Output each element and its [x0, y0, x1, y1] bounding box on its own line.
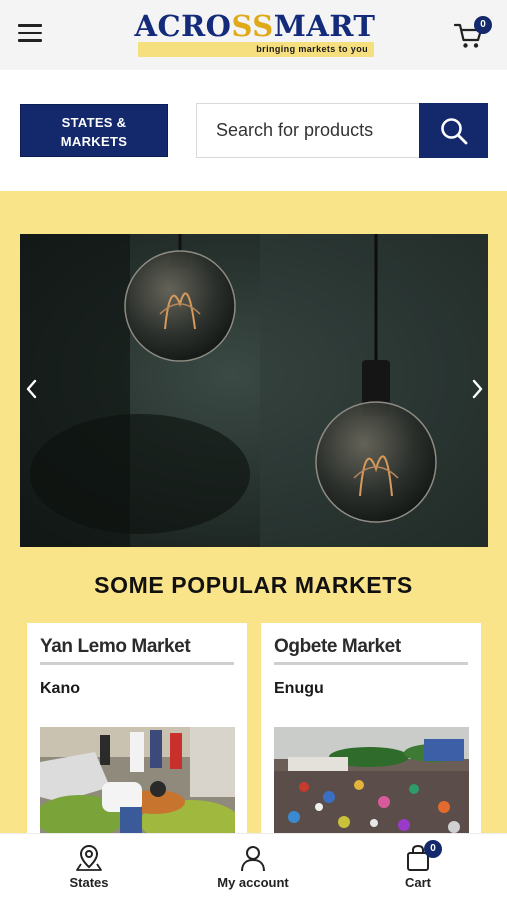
- slider-next-arrow-icon[interactable]: [467, 374, 487, 404]
- app-page: bringing markets to you ACROSSMART 0 STA…: [0, 0, 507, 900]
- logo-wordmark: ACROSSMART: [134, 9, 376, 43]
- market-state: Enugu: [274, 680, 324, 697]
- market-card-yan-lemo[interactable]: Yan Lemo Market Kano: [27, 623, 247, 853]
- nav-states[interactable]: States: [29, 834, 149, 900]
- top-header: bringing markets to you ACROSSMART 0: [0, 0, 507, 70]
- states-markets-button[interactable]: STATES & MARKETS: [20, 104, 168, 157]
- crowded-market-image: [274, 727, 469, 837]
- map-pin-icon: [76, 844, 102, 871]
- market-name: Yan Lemo Market: [40, 636, 191, 657]
- logo-tagline: bringing markets to you: [256, 44, 368, 54]
- hamburger-menu-icon[interactable]: [18, 24, 44, 46]
- nav-my-account[interactable]: My account: [193, 834, 313, 900]
- search-button[interactable]: [419, 103, 488, 158]
- fruit-market-image: [40, 727, 235, 837]
- nav-cart[interactable]: 0 Cart: [358, 834, 478, 900]
- hanging-light-bulbs-image: [20, 234, 488, 547]
- card-divider: [40, 662, 234, 665]
- states-button-label-line2: MARKETS: [60, 134, 128, 149]
- header-cart-count-badge: 0: [474, 16, 492, 34]
- market-state: Kano: [40, 680, 80, 697]
- acrossmart-logo[interactable]: bringing markets to you ACROSSMART: [132, 8, 378, 62]
- slider-prev-arrow-icon[interactable]: [22, 374, 42, 404]
- nav-account-label: My account: [217, 875, 289, 890]
- product-search-input[interactable]: [196, 103, 420, 158]
- bottom-navigation: States My account 0 Cart: [0, 833, 507, 900]
- states-button-label-line1: STATES &: [61, 115, 127, 130]
- nav-cart-label: Cart: [404, 875, 431, 890]
- nav-cart-count-badge: 0: [424, 840, 442, 858]
- search-icon: [441, 118, 468, 145]
- header-cart-button[interactable]: 0: [452, 16, 492, 52]
- user-icon: [241, 846, 265, 872]
- market-name: Ogbete Market: [274, 636, 401, 657]
- hero-slider-image[interactable]: [20, 234, 488, 547]
- market-card-ogbete[interactable]: Ogbete Market Enugu: [261, 623, 481, 853]
- nav-states-label: States: [69, 875, 109, 890]
- popular-markets-heading: SOME POPULAR MARKETS: [94, 572, 413, 598]
- card-divider: [274, 662, 468, 665]
- logo-tagline-band: bringing markets to you: [138, 42, 374, 57]
